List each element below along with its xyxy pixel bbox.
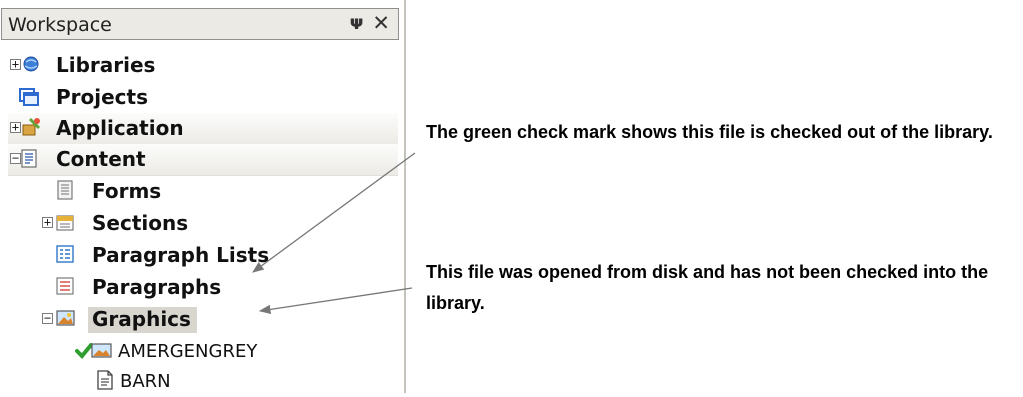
arrow-opened-from-disk [258, 287, 413, 315]
callout-opened-from-disk: This file was opened from disk and has n… [426, 262, 989, 313]
callout-arrows [252, 152, 416, 315]
arrow-checked-out [252, 152, 416, 273]
callout-checked-out: The green check mark shows this file is … [426, 122, 993, 142]
